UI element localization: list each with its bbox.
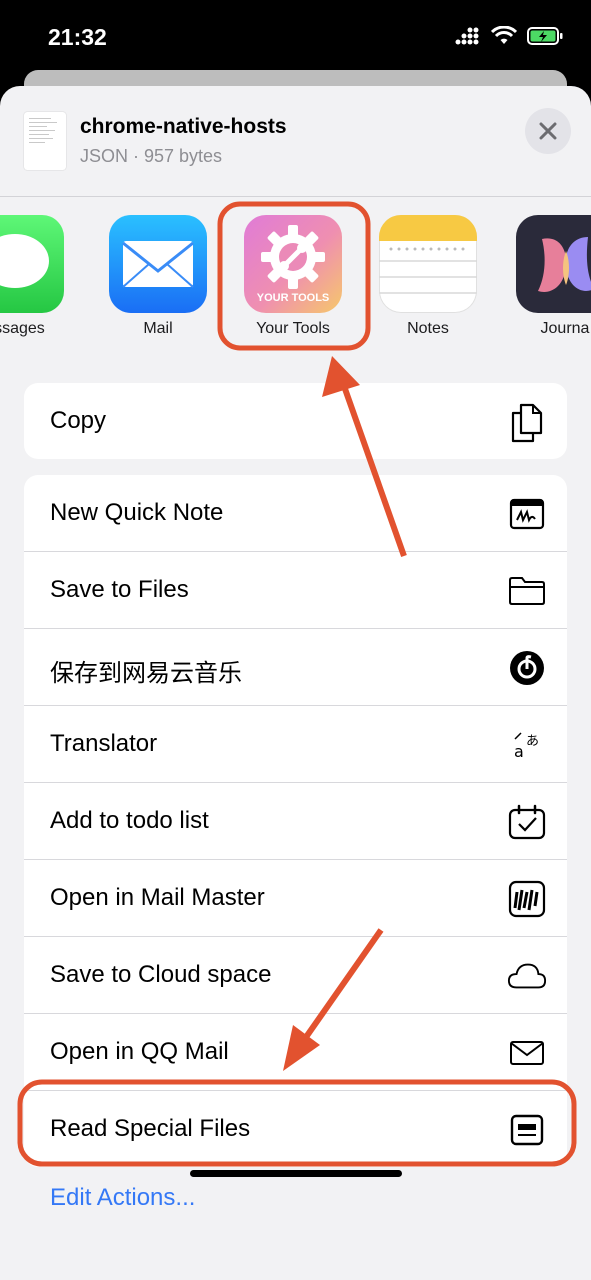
cellular-signal-icon: [455, 27, 479, 45]
app-journal[interactable]: Journa: [510, 215, 591, 338]
status-time: 21:32: [48, 24, 107, 50]
mail-icon: [109, 215, 207, 313]
svg-text:あ: あ: [526, 734, 539, 749]
action-label: Read Special Files: [50, 1115, 251, 1142]
action-save-cloud[interactable]: Save to Cloud space: [24, 937, 567, 1014]
close-icon: [539, 122, 557, 140]
file-name: chrome-native-hosts: [80, 115, 287, 138]
mail-master-icon: [507, 879, 547, 919]
action-group-main: New Quick Note Save to Files 保存到网易云音乐 Tr…: [24, 475, 567, 1167]
app-label: Your Tools: [256, 320, 330, 337]
app-label: Journa: [540, 320, 590, 337]
file-meta: JSON · 957 bytes: [80, 146, 223, 166]
app-messages[interactable]: essages: [0, 215, 70, 338]
action-label: Save to Cloud space: [50, 961, 272, 988]
your-tools-icon: YOUR TOOLS: [244, 215, 342, 313]
edit-actions-link[interactable]: Edit Actions...: [50, 1184, 195, 1212]
app-your-tools[interactable]: YOUR TOOLS Your Tools: [238, 215, 348, 338]
app-label: Notes: [407, 320, 449, 337]
share-sheet: chrome-native-hosts JSON · 957 bytes ess…: [0, 86, 591, 1280]
translate-icon: a あ: [507, 725, 547, 765]
action-group-copy: Copy: [24, 383, 567, 459]
action-read-special-files[interactable]: Read Special Files: [24, 1091, 567, 1167]
action-label: Translator: [50, 730, 158, 757]
file-thumbnail: [24, 112, 66, 170]
action-open-mail-master[interactable]: Open in Mail Master: [24, 860, 567, 937]
app-notes[interactable]: Notes: [373, 215, 483, 338]
action-save-to-files[interactable]: Save to Files: [24, 552, 567, 629]
messages-icon: [0, 215, 64, 313]
netease-music-icon: [507, 648, 547, 688]
battery-icon: [527, 27, 563, 45]
action-new-quick-note[interactable]: New Quick Note: [24, 475, 567, 552]
action-label: Add to todo list: [50, 807, 209, 834]
status-bar: 21:32: [0, 0, 591, 72]
copy-icon: [507, 402, 547, 443]
action-open-qq-mail[interactable]: Open in QQ Mail: [24, 1014, 567, 1091]
read-file-icon: [507, 1110, 547, 1150]
your-tools-icon-text: YOUR TOOLS: [256, 292, 330, 304]
app-mail[interactable]: Mail: [103, 215, 213, 338]
envelope-icon: [507, 1033, 547, 1073]
action-label: Copy: [50, 407, 107, 434]
action-translator[interactable]: Translator a あ: [24, 706, 567, 783]
home-indicator: [190, 1170, 402, 1177]
cloud-icon: [507, 956, 547, 996]
svg-text:a: a: [514, 742, 524, 761]
action-label: Open in QQ Mail: [50, 1038, 229, 1065]
action-label: New Quick Note: [50, 499, 224, 526]
app-label: Mail: [143, 320, 173, 337]
close-button[interactable]: [525, 108, 571, 154]
action-label: Save to Files: [50, 576, 189, 603]
wifi-icon: [491, 26, 517, 44]
action-save-netease[interactable]: 保存到网易云音乐: [24, 629, 567, 706]
folder-icon: [507, 571, 547, 611]
app-row: essages Mail: [0, 198, 591, 348]
action-label: Open in Mail Master: [50, 884, 265, 911]
calendar-check-icon: [507, 802, 547, 842]
action-add-todo[interactable]: Add to todo list: [24, 783, 567, 860]
notes-icon: [379, 215, 477, 313]
action-copy[interactable]: Copy: [24, 383, 567, 459]
quick-note-icon: [507, 494, 547, 534]
share-header: chrome-native-hosts JSON · 957 bytes: [0, 86, 591, 197]
journal-icon: [516, 215, 591, 313]
app-label: essages: [0, 320, 45, 337]
action-label: 保存到网易云音乐: [50, 660, 242, 687]
